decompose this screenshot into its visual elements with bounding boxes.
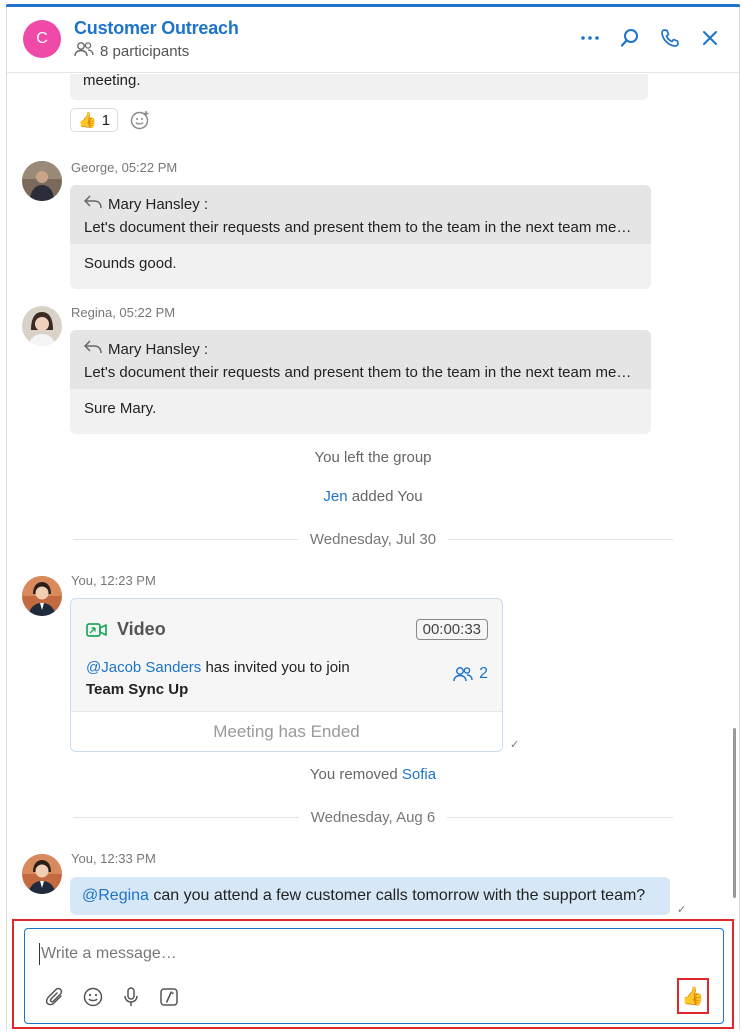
video-icon: [86, 621, 108, 644]
invite-label: has invited you to join: [201, 659, 350, 676]
participants-info[interactable]: 8 participants: [74, 41, 189, 61]
video-call-card[interactable]: Video 00:00:33 @Jacob Sanders has invite…: [70, 598, 503, 752]
send-thumbs-up-button[interactable]: 👍: [677, 978, 709, 1014]
mic-icon[interactable]: [121, 987, 141, 1007]
sender-label: You, 12:33 PM: [71, 851, 156, 866]
search-icon[interactable]: [619, 27, 641, 49]
sender-label: George, 05:22 PM: [71, 160, 178, 175]
message-text: meeting.: [83, 74, 141, 89]
quote-text: Let's document their requests and presen…: [84, 364, 637, 381]
sent-check-icon: ✓: [677, 904, 687, 916]
quote-text: Let's document their requests and presen…: [84, 219, 637, 236]
system-message: Jen added You: [7, 488, 739, 505]
sent-check-icon: ✓: [510, 739, 520, 751]
avatar[interactable]: [22, 576, 62, 616]
system-message: You removed Sofia: [7, 766, 739, 783]
reply-icon: [83, 195, 102, 213]
meeting-name: Team Sync Up: [86, 681, 189, 698]
thumbs-up-icon: 👍: [78, 112, 97, 129]
reaction-count: 1: [101, 111, 111, 129]
quoted-message[interactable]: Mary Hansley : Let's document their requ…: [70, 185, 651, 244]
message-bubble: Mary Hansley : Let's document their requ…: [70, 330, 651, 434]
sender-label: Regina, 05:22 PM: [71, 305, 176, 320]
reaction-chip[interactable]: 👍 1: [70, 108, 119, 132]
invite-text: @Jacob Sanders has invited you to join T…: [86, 657, 350, 701]
phone-icon[interactable]: [659, 27, 681, 49]
quote-author: Mary Hansley :: [108, 340, 209, 358]
message-bubble: Mary Hansley : Let's document their requ…: [70, 185, 651, 289]
date-label: Wednesday, Aug 6: [310, 809, 436, 826]
call-duration: 00:00:33: [415, 619, 488, 640]
mention-link[interactable]: @Regina: [82, 887, 149, 904]
message-text: Sure Mary.: [84, 400, 157, 417]
message-composer: [24, 928, 724, 1024]
message-bubble: meeting.: [70, 74, 648, 100]
chat-header: C Customer Outreach 8 participants: [7, 7, 739, 73]
emoji-icon[interactable]: [83, 987, 103, 1007]
message-input[interactable]: [39, 943, 659, 965]
quoted-message[interactable]: Mary Hansley : Let's document their requ…: [70, 330, 651, 389]
date-label: Wednesday, Jul 30: [309, 531, 437, 548]
attendee-count-value: 2: [479, 665, 488, 682]
message-list[interactable]: meeting. 👍 1 George, 05:22 PM Mary Hansl…: [7, 74, 739, 917]
avatar[interactable]: [22, 161, 62, 201]
attendee-count[interactable]: 2: [453, 665, 488, 683]
scrollbar[interactable]: [733, 728, 736, 898]
quote-author: Mary Hansley :: [108, 195, 209, 213]
date-divider: Wednesday, Jul 30: [73, 531, 674, 548]
add-reaction-icon[interactable]: [130, 110, 150, 130]
message-text: Sounds good.: [84, 255, 177, 272]
system-message: You left the group: [314, 449, 432, 466]
sender-label: You, 12:23 PM: [71, 573, 156, 588]
group-avatar[interactable]: C: [23, 20, 61, 58]
close-icon[interactable]: [699, 27, 721, 49]
message-text: can you attend a few customer calls tomo…: [148, 887, 646, 904]
user-link[interactable]: Jen: [323, 488, 347, 505]
avatar[interactable]: [22, 306, 62, 346]
participants-icon: [74, 41, 94, 61]
message-bubble: @Regina can you attend a few customer ca…: [70, 877, 670, 915]
chat-title[interactable]: Customer Outreach: [74, 18, 239, 39]
mention-link[interactable]: @Jacob Sanders: [86, 659, 201, 676]
date-divider: Wednesday, Aug 6: [73, 809, 674, 826]
reply-icon: [83, 340, 102, 358]
user-link[interactable]: Sofia: [402, 766, 436, 783]
attach-icon[interactable]: [45, 987, 65, 1007]
participants-count: 8 participants: [100, 42, 190, 60]
meeting-ended-label: Meeting has Ended: [71, 711, 502, 751]
more-icon[interactable]: [579, 27, 601, 49]
format-icon[interactable]: [159, 987, 179, 1007]
video-title: Video: [117, 619, 166, 639]
avatar[interactable]: [22, 854, 62, 894]
system-text: added You: [347, 488, 423, 505]
system-text: You removed: [309, 766, 402, 783]
